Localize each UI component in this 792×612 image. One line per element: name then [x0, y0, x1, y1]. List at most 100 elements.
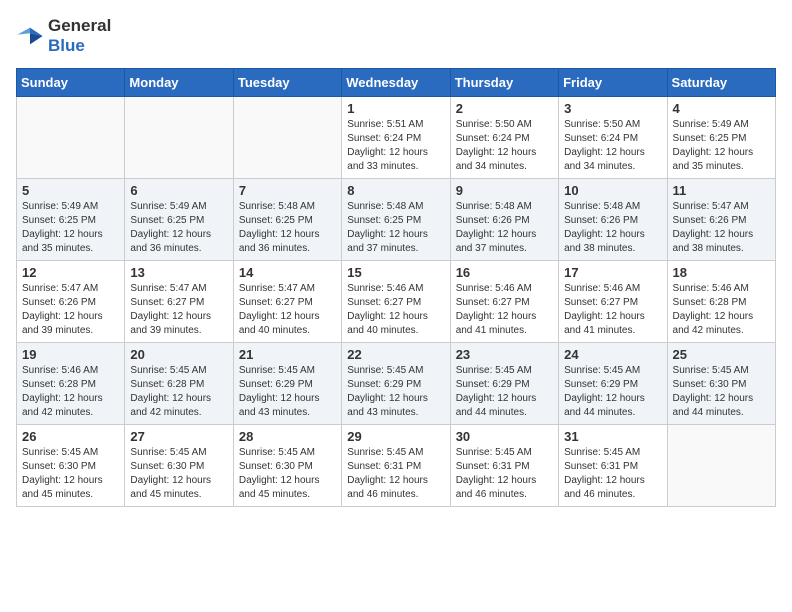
day-number: 8: [347, 183, 444, 198]
weekday-header-monday: Monday: [125, 69, 233, 97]
calendar-cell: 21 Sunrise: 5:45 AM Sunset: 6:29 PM Dayli…: [233, 343, 341, 425]
calendar-cell: 10Sunrise: 5:48 AM Sunset: 6:26 PM Dayli…: [559, 179, 667, 261]
day-number: 5: [22, 183, 119, 198]
calendar-week-row: 1Sunrise: 5:51 AM Sunset: 6:24 PM Daylig…: [17, 97, 776, 179]
day-number: 15: [347, 265, 444, 280]
calendar-cell: 3 Sunrise: 5:50 AM Sunset: 6:24 PM Daylig…: [559, 97, 667, 179]
day-info: Sunrise: 5:47 AM Sunset: 6:27 PM Dayligh…: [239, 282, 336, 338]
calendar-week-row: 5 Sunrise: 5:49 AM Sunset: 6:25 PM Daylig…: [17, 179, 776, 261]
weekday-header-saturday: Saturday: [667, 69, 775, 97]
day-info: Sunrise: 5:45 AM Sunset: 6:31 PM Dayligh…: [564, 446, 661, 502]
calendar-cell: 5 Sunrise: 5:49 AM Sunset: 6:25 PM Daylig…: [17, 179, 125, 261]
day-number: 24: [564, 347, 661, 362]
logo-text: General Blue: [48, 16, 111, 56]
calendar-cell: 1Sunrise: 5:51 AM Sunset: 6:24 PM Daylig…: [342, 97, 450, 179]
day-number: 12: [22, 265, 119, 280]
calendar-cell: 25 Sunrise: 5:45 AM Sunset: 6:30 PM Dayli…: [667, 343, 775, 425]
day-info: Sunrise: 5:45 AM Sunset: 6:30 PM Dayligh…: [130, 446, 227, 502]
calendar-cell: [17, 97, 125, 179]
weekday-header-tuesday: Tuesday: [233, 69, 341, 97]
logo-icon: [16, 22, 44, 50]
day-info: Sunrise: 5:49 AM Sunset: 6:25 PM Dayligh…: [130, 200, 227, 256]
calendar-cell: [125, 97, 233, 179]
calendar-cell: 30 Sunrise: 5:45 AM Sunset: 6:31 PM Dayli…: [450, 425, 558, 507]
day-info: Sunrise: 5:45 AM Sunset: 6:30 PM Dayligh…: [239, 446, 336, 502]
day-info: Sunrise: 5:48 AM Sunset: 6:26 PM Dayligh…: [456, 200, 553, 256]
day-number: 13: [130, 265, 227, 280]
day-number: 23: [456, 347, 553, 362]
day-info: Sunrise: 5:45 AM Sunset: 6:30 PM Dayligh…: [22, 446, 119, 502]
day-number: 18: [673, 265, 770, 280]
day-info: Sunrise: 5:48 AM Sunset: 6:26 PM Dayligh…: [564, 200, 661, 256]
day-info: Sunrise: 5:48 AM Sunset: 6:25 PM Dayligh…: [347, 200, 444, 256]
day-info: Sunrise: 5:49 AM Sunset: 6:25 PM Dayligh…: [673, 118, 770, 174]
day-number: 21: [239, 347, 336, 362]
weekday-header-row: SundayMondayTuesdayWednesdayThursdayFrid…: [17, 69, 776, 97]
day-info: Sunrise: 5:45 AM Sunset: 6:31 PM Dayligh…: [456, 446, 553, 502]
weekday-header-sunday: Sunday: [17, 69, 125, 97]
calendar-cell: 13 Sunrise: 5:47 AM Sunset: 6:27 PM Dayli…: [125, 261, 233, 343]
calendar-cell: 12 Sunrise: 5:47 AM Sunset: 6:26 PM Dayli…: [17, 261, 125, 343]
day-info: Sunrise: 5:47 AM Sunset: 6:26 PM Dayligh…: [22, 282, 119, 338]
day-number: 20: [130, 347, 227, 362]
calendar-cell: 28 Sunrise: 5:45 AM Sunset: 6:30 PM Dayli…: [233, 425, 341, 507]
day-number: 25: [673, 347, 770, 362]
day-info: Sunrise: 5:45 AM Sunset: 6:31 PM Dayligh…: [347, 446, 444, 502]
day-info: Sunrise: 5:46 AM Sunset: 6:27 PM Dayligh…: [347, 282, 444, 338]
day-info: Sunrise: 5:45 AM Sunset: 6:28 PM Dayligh…: [130, 364, 227, 420]
calendar-cell: 29Sunrise: 5:45 AM Sunset: 6:31 PM Dayli…: [342, 425, 450, 507]
page-header: General Blue: [16, 16, 776, 56]
day-info: Sunrise: 5:45 AM Sunset: 6:29 PM Dayligh…: [347, 364, 444, 420]
calendar-cell: 16Sunrise: 5:46 AM Sunset: 6:27 PM Dayli…: [450, 261, 558, 343]
day-info: Sunrise: 5:45 AM Sunset: 6:29 PM Dayligh…: [456, 364, 553, 420]
day-number: 9: [456, 183, 553, 198]
day-info: Sunrise: 5:46 AM Sunset: 6:27 PM Dayligh…: [564, 282, 661, 338]
day-info: Sunrise: 5:45 AM Sunset: 6:29 PM Dayligh…: [564, 364, 661, 420]
day-info: Sunrise: 5:48 AM Sunset: 6:25 PM Dayligh…: [239, 200, 336, 256]
day-info: Sunrise: 5:47 AM Sunset: 6:27 PM Dayligh…: [130, 282, 227, 338]
calendar-cell: 14 Sunrise: 5:47 AM Sunset: 6:27 PM Dayli…: [233, 261, 341, 343]
calendar-cell: 15 Sunrise: 5:46 AM Sunset: 6:27 PM Dayli…: [342, 261, 450, 343]
day-info: Sunrise: 5:50 AM Sunset: 6:24 PM Dayligh…: [456, 118, 553, 174]
calendar-cell: 19 Sunrise: 5:46 AM Sunset: 6:28 PM Dayli…: [17, 343, 125, 425]
day-number: 27: [130, 429, 227, 444]
calendar-cell: 8 Sunrise: 5:48 AM Sunset: 6:25 PM Daylig…: [342, 179, 450, 261]
day-number: 11: [673, 183, 770, 198]
day-number: 2: [456, 101, 553, 116]
calendar-cell: 6Sunrise: 5:49 AM Sunset: 6:25 PM Daylig…: [125, 179, 233, 261]
day-number: 4: [673, 101, 770, 116]
day-info: Sunrise: 5:46 AM Sunset: 6:28 PM Dayligh…: [22, 364, 119, 420]
day-info: Sunrise: 5:50 AM Sunset: 6:24 PM Dayligh…: [564, 118, 661, 174]
calendar-cell: 7Sunrise: 5:48 AM Sunset: 6:25 PM Daylig…: [233, 179, 341, 261]
day-info: Sunrise: 5:45 AM Sunset: 6:30 PM Dayligh…: [673, 364, 770, 420]
day-number: 31: [564, 429, 661, 444]
calendar-week-row: 19 Sunrise: 5:46 AM Sunset: 6:28 PM Dayli…: [17, 343, 776, 425]
calendar-cell: 31 Sunrise: 5:45 AM Sunset: 6:31 PM Dayli…: [559, 425, 667, 507]
calendar-cell: 11 Sunrise: 5:47 AM Sunset: 6:26 PM Dayli…: [667, 179, 775, 261]
day-number: 30: [456, 429, 553, 444]
day-number: 3: [564, 101, 661, 116]
calendar-cell: 2 Sunrise: 5:50 AM Sunset: 6:24 PM Daylig…: [450, 97, 558, 179]
day-number: 14: [239, 265, 336, 280]
calendar-cell: [667, 425, 775, 507]
calendar-cell: 18 Sunrise: 5:46 AM Sunset: 6:28 PM Dayli…: [667, 261, 775, 343]
calendar-cell: 20 Sunrise: 5:45 AM Sunset: 6:28 PM Dayli…: [125, 343, 233, 425]
logo: General Blue: [16, 16, 111, 56]
day-number: 19: [22, 347, 119, 362]
day-info: Sunrise: 5:45 AM Sunset: 6:29 PM Dayligh…: [239, 364, 336, 420]
calendar-cell: 17 Sunrise: 5:46 AM Sunset: 6:27 PM Dayli…: [559, 261, 667, 343]
calendar-week-row: 12 Sunrise: 5:47 AM Sunset: 6:26 PM Dayli…: [17, 261, 776, 343]
weekday-header-thursday: Thursday: [450, 69, 558, 97]
weekday-header-friday: Friday: [559, 69, 667, 97]
day-info: Sunrise: 5:46 AM Sunset: 6:28 PM Dayligh…: [673, 282, 770, 338]
day-number: 28: [239, 429, 336, 444]
calendar-cell: 9 Sunrise: 5:48 AM Sunset: 6:26 PM Daylig…: [450, 179, 558, 261]
calendar-cell: 4 Sunrise: 5:49 AM Sunset: 6:25 PM Daylig…: [667, 97, 775, 179]
day-number: 26: [22, 429, 119, 444]
calendar-cell: 23 Sunrise: 5:45 AM Sunset: 6:29 PM Dayli…: [450, 343, 558, 425]
day-info: Sunrise: 5:49 AM Sunset: 6:25 PM Dayligh…: [22, 200, 119, 256]
calendar-cell: 26 Sunrise: 5:45 AM Sunset: 6:30 PM Dayli…: [17, 425, 125, 507]
day-number: 17: [564, 265, 661, 280]
day-info: Sunrise: 5:47 AM Sunset: 6:26 PM Dayligh…: [673, 200, 770, 256]
calendar-cell: 27 Sunrise: 5:45 AM Sunset: 6:30 PM Dayli…: [125, 425, 233, 507]
